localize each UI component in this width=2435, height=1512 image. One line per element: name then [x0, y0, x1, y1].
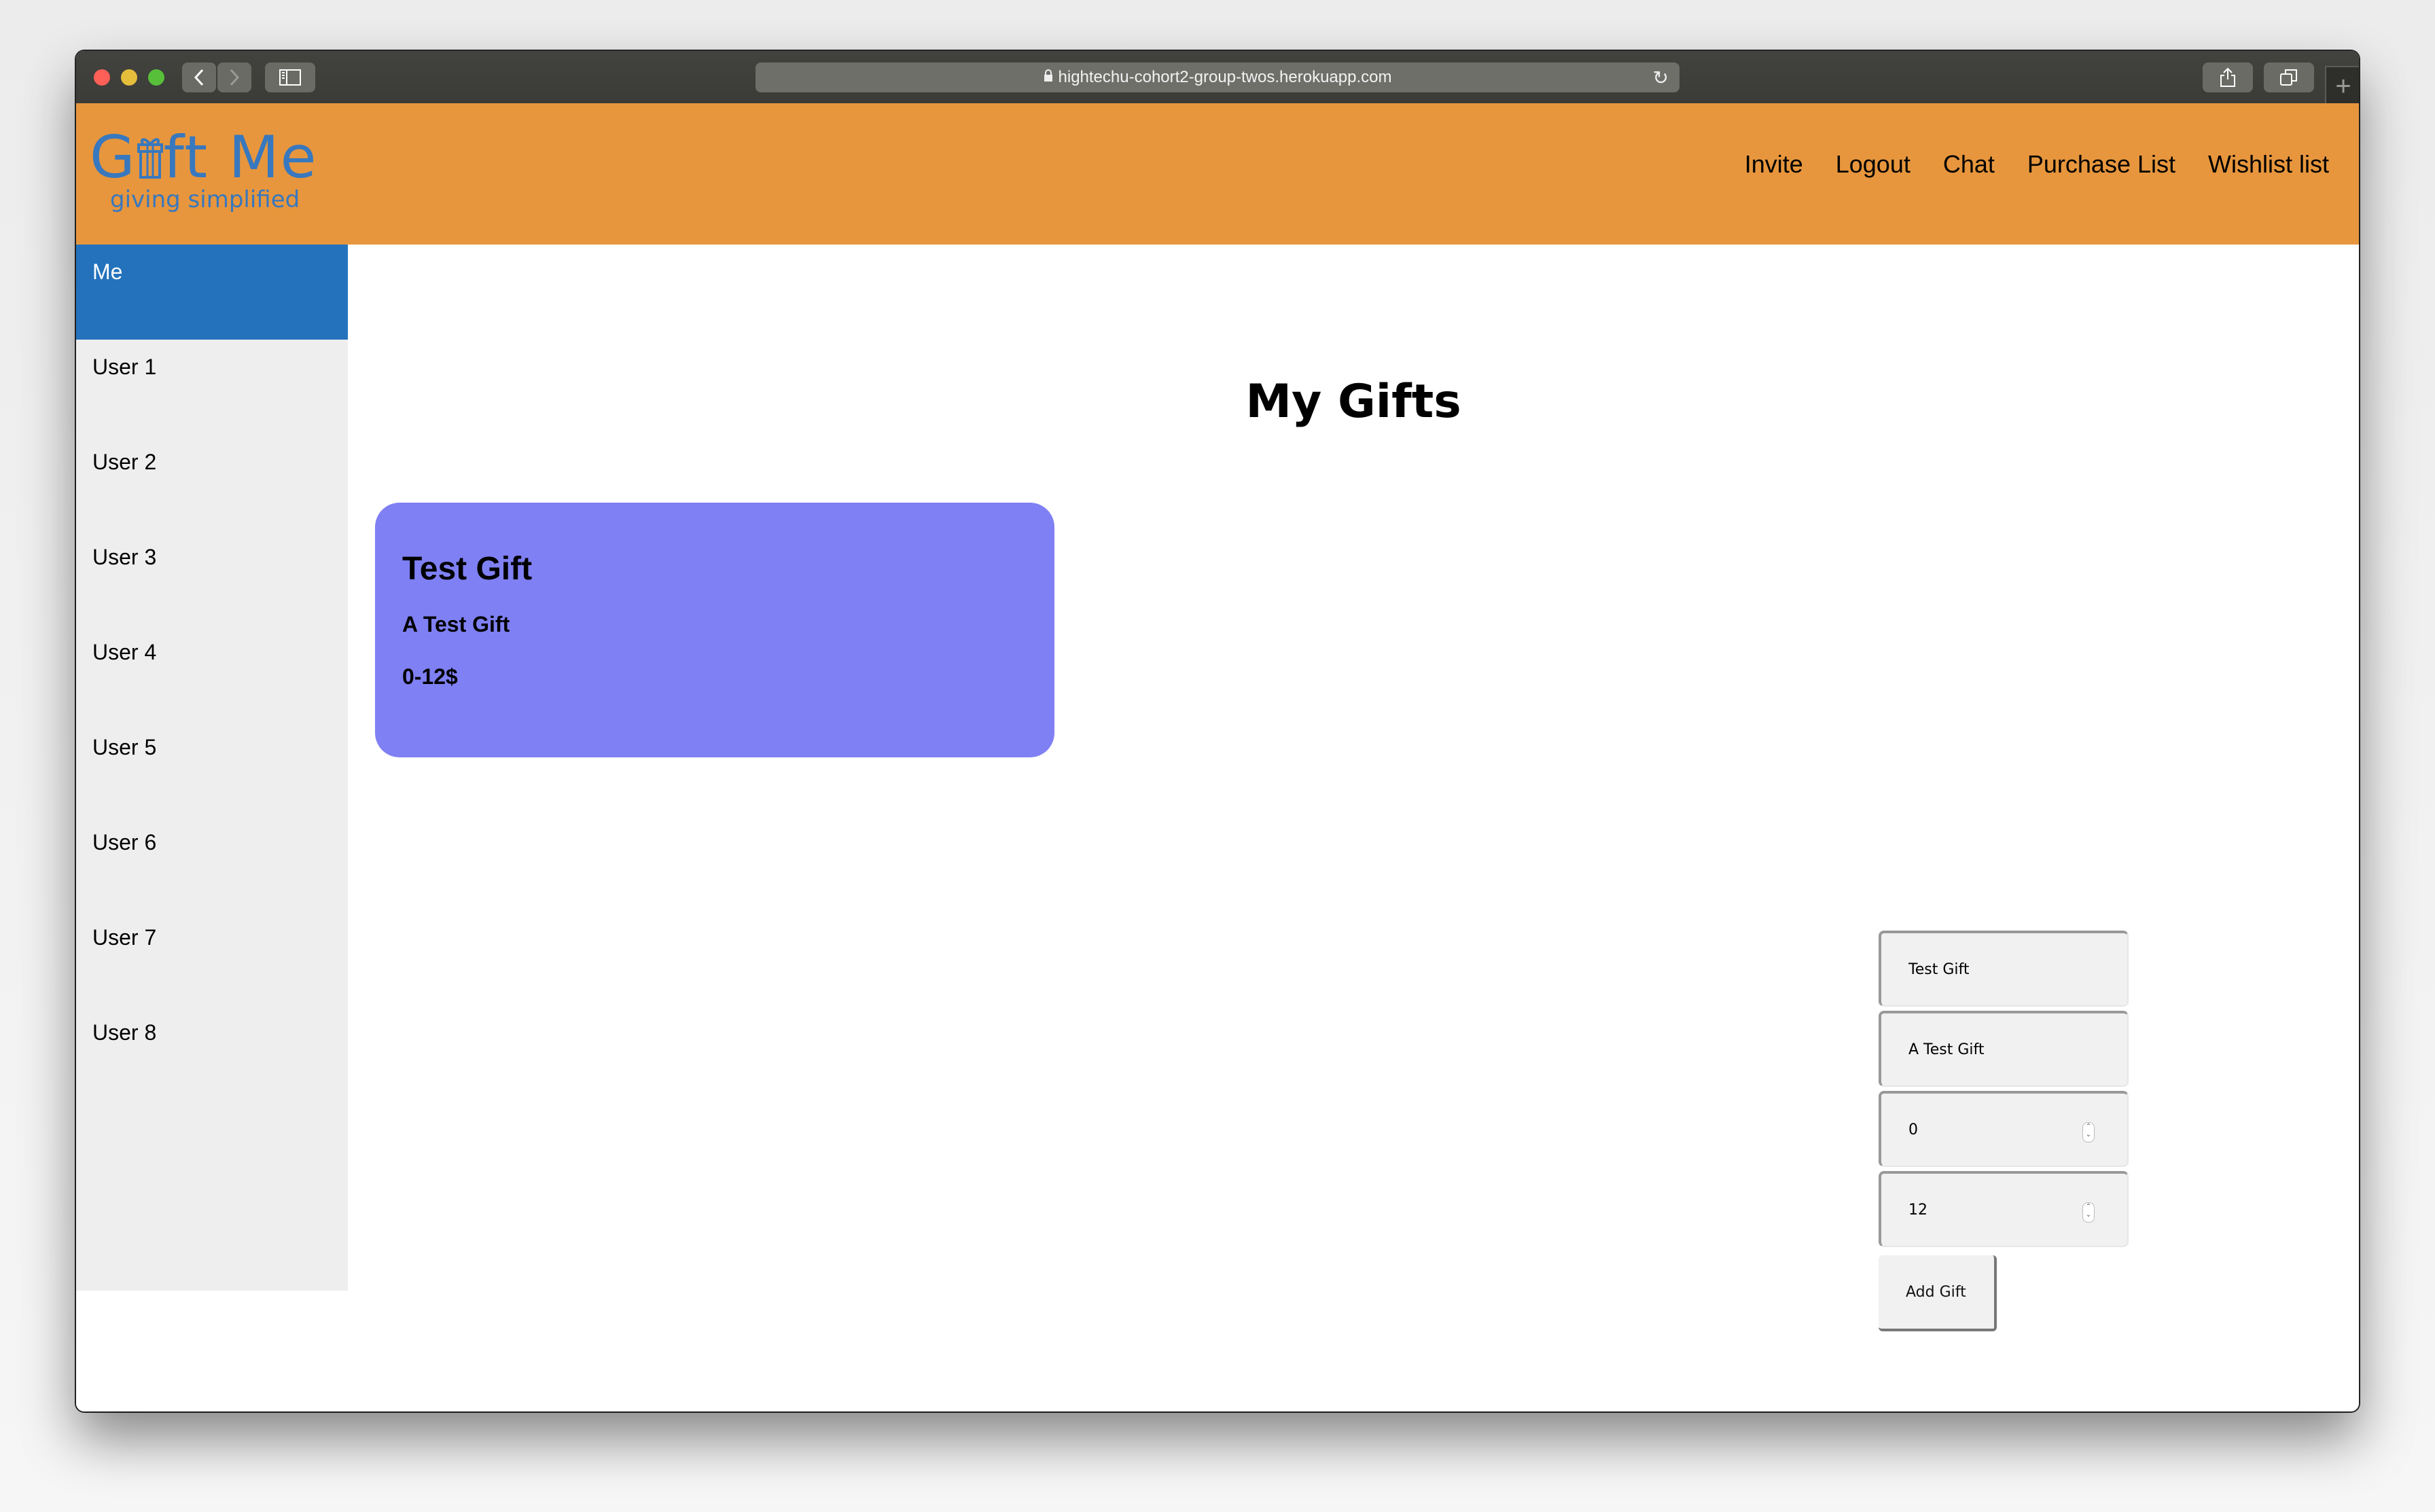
- nav-invite[interactable]: Invite: [1745, 144, 1803, 185]
- sidebar-item-user-4[interactable]: User 4: [76, 625, 348, 720]
- back-button[interactable]: [182, 62, 216, 92]
- reload-icon[interactable]: ↻: [1653, 67, 1669, 89]
- nav-logout[interactable]: Logout: [1836, 144, 1910, 185]
- lock-icon: [1044, 68, 1053, 87]
- tabs-icon: [2280, 69, 2297, 86]
- show-tabs-button[interactable]: [2264, 62, 2314, 92]
- sidebar-item-user-8[interactable]: User 8: [76, 1005, 348, 1100]
- nav-wishlist-list[interactable]: Wishlist list: [2208, 144, 2329, 185]
- sidebar-item-user-7[interactable]: User 7: [76, 910, 348, 1005]
- sidebar-icon: [279, 69, 301, 86]
- gift-name-input[interactable]: [1908, 960, 2072, 978]
- gift-card[interactable]: Test Gift A Test Gift 0-12$: [375, 503, 1054, 757]
- sidebar-item-user-2[interactable]: User 2: [76, 435, 348, 530]
- sidebar-item-user-3[interactable]: User 3: [76, 530, 348, 625]
- chevron-left-icon: [194, 69, 204, 86]
- gift-description-field[interactable]: [1879, 1011, 2129, 1087]
- share-icon: [2220, 67, 2235, 87]
- max-price-stepper[interactable]: ⌃ ⌄: [2082, 1202, 2095, 1223]
- sidebar-item-user-1[interactable]: User 1: [76, 340, 348, 435]
- gift-box-icon: [137, 138, 163, 179]
- close-window-button[interactable]: [94, 69, 110, 86]
- sidebar-item-me[interactable]: Me: [76, 245, 348, 340]
- chevron-right-icon: [230, 69, 240, 86]
- web-page: Gft Me giving simplified Invite Logout C…: [76, 103, 2359, 1411]
- site-header: Gft Me giving simplified Invite Logout C…: [76, 103, 2359, 245]
- gift-price-range: 0-12$: [402, 664, 458, 689]
- sidebar-toggle-button[interactable]: [265, 62, 315, 92]
- minimize-window-button[interactable]: [121, 69, 137, 86]
- logo-wordmark: Gft Me: [90, 124, 318, 192]
- min-price-field[interactable]: ⌃⌄: [1879, 1091, 2129, 1167]
- max-price-field[interactable]: ⌃⌄: [1879, 1171, 2129, 1247]
- share-button[interactable]: [2203, 62, 2253, 92]
- gift-name-field[interactable]: [1879, 931, 2129, 1007]
- add-gift-form: ⌃⌄ ⌃⌄ Add Gift: [1879, 931, 2129, 1331]
- forward-button[interactable]: [217, 62, 251, 92]
- nav-chat[interactable]: Chat: [1943, 144, 1995, 185]
- gift-description-input[interactable]: [1908, 1041, 2072, 1058]
- plus-icon: +: [2335, 71, 2351, 101]
- logo[interactable]: Gft Me giving simplified: [90, 124, 321, 219]
- main-nav: Invite Logout Chat Purchase List Wishlis…: [1745, 144, 2329, 185]
- sidebar-item-user-6[interactable]: User 6: [76, 815, 348, 910]
- add-gift-button[interactable]: Add Gift: [1879, 1255, 1997, 1331]
- sidebar-item-user-5[interactable]: User 5: [76, 720, 348, 815]
- logo-tagline: giving simplified: [110, 186, 300, 213]
- max-price-input[interactable]: [1908, 1201, 2072, 1219]
- user-sidebar: Me User 1 User 2 User 3 User 4 User 5 Us…: [76, 245, 348, 1291]
- min-price-input[interactable]: [1908, 1121, 2072, 1138]
- new-tab-button[interactable]: +: [2325, 66, 2359, 105]
- page-title: My Gifts: [1245, 375, 1461, 429]
- nav-purchase-list[interactable]: Purchase List: [2027, 144, 2175, 185]
- min-price-stepper[interactable]: ⌃ ⌄: [2082, 1122, 2095, 1142]
- url-text: hightechu-cohort2-group-twos.herokuapp.c…: [1058, 68, 1392, 86]
- gift-description: A Test Gift: [402, 612, 510, 636]
- browser-toolbar: hightechu-cohort2-group-twos.herokuapp.c…: [76, 51, 2359, 105]
- zoom-window-button[interactable]: [148, 69, 164, 86]
- address-bar[interactable]: hightechu-cohort2-group-twos.herokuapp.c…: [756, 62, 1679, 92]
- gift-name: Test Gift: [402, 551, 533, 587]
- browser-window: hightechu-cohort2-group-twos.herokuapp.c…: [76, 51, 2359, 1411]
